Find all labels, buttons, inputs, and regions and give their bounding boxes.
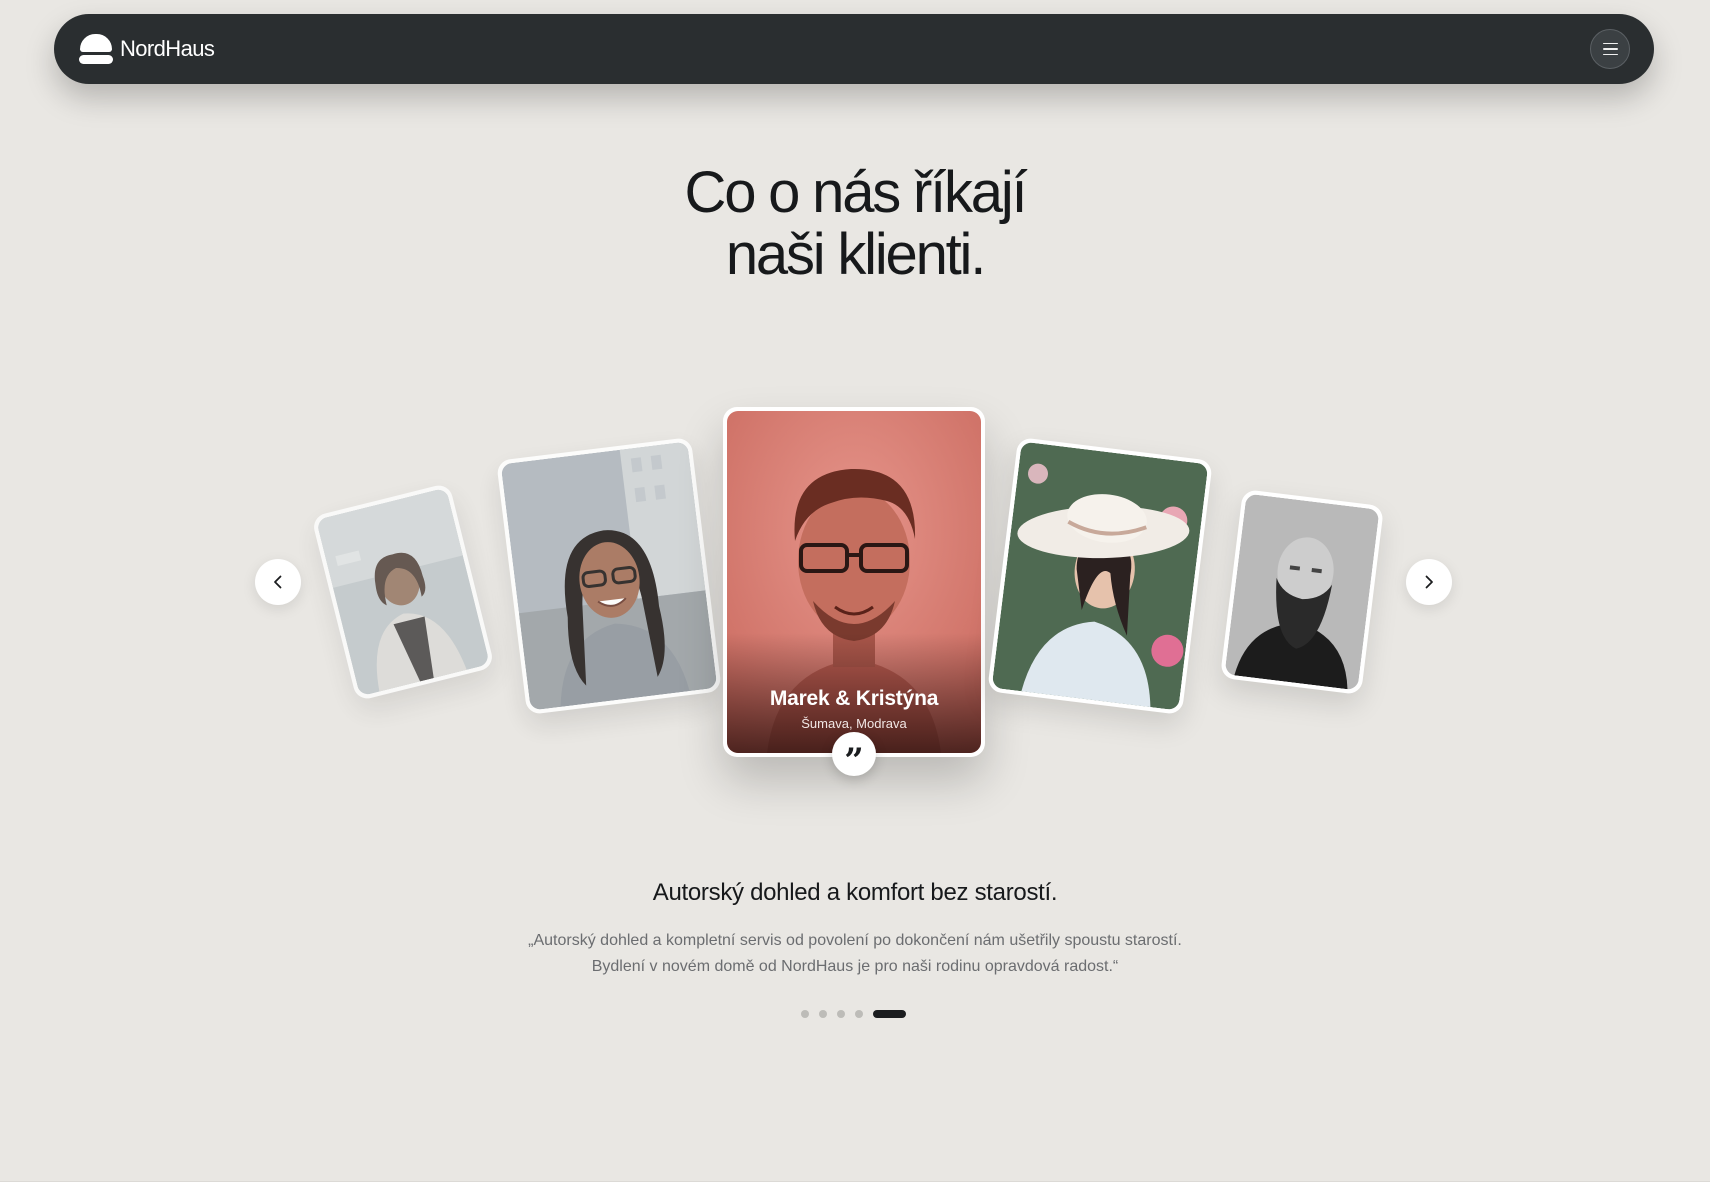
pagination-dot-4[interactable] — [855, 1010, 863, 1018]
brand-name: NordHaus — [120, 36, 215, 61]
testimonial-card-5[interactable] — [1219, 489, 1385, 695]
testimonial-card-2[interactable] — [496, 437, 722, 715]
carousel-prev-button[interactable] — [255, 559, 301, 605]
client-photo: Marek & Kristýna Šumava, Modrava — [727, 411, 981, 753]
testimonial-card-4[interactable] — [987, 437, 1213, 715]
testimonial-carousel: Marek & Kristýna Šumava, Modrava ” — [0, 380, 1710, 800]
pagination-dot-3[interactable] — [837, 1010, 845, 1018]
top-navbar: NordHaus — [54, 14, 1654, 84]
page-title: Co o nás říkají naši klienti. — [0, 162, 1710, 286]
client-name: Marek & Kristýna — [769, 687, 939, 710]
testimonial-card-1[interactable] — [311, 482, 495, 702]
testimonial-card-active[interactable]: Marek & Kristýna Šumava, Modrava — [723, 407, 985, 757]
carousel-next-button[interactable] — [1406, 559, 1452, 605]
client-photo — [1224, 493, 1380, 691]
testimonial-quote: „Autorský dohled a kompletní servis od p… — [0, 928, 1710, 980]
client-photo — [991, 441, 1209, 711]
pagination-dot-5-active[interactable] — [873, 1010, 906, 1018]
page-title-line-1: Co o nás říkají — [684, 160, 1028, 225]
hamburger-icon — [1602, 42, 1618, 45]
pagination-dot-1[interactable] — [801, 1010, 809, 1018]
testimonial-quote-line-1: „Autorský dohled a kompletní servis od p… — [528, 932, 1182, 949]
brand-link[interactable]: NordHaus — [79, 34, 215, 64]
testimonial-quote-line-2: Bydlení v novém domě od NordHaus je pro … — [591, 958, 1119, 975]
page-title-line-2: naši klienti. — [725, 222, 987, 287]
chevron-right-icon — [1425, 575, 1433, 589]
house-logo-icon — [79, 34, 113, 64]
chevron-left-icon — [274, 575, 282, 589]
carousel-pagination — [801, 1009, 906, 1019]
client-photo — [500, 441, 718, 711]
quote-icon: ” — [832, 732, 876, 778]
testimonial-title: Autorský dohled a komfort bez starostí. — [652, 879, 1058, 906]
client-location: Šumava, Modrava — [801, 716, 907, 731]
client-photo — [315, 487, 491, 697]
pagination-dot-2[interactable] — [819, 1010, 827, 1018]
menu-button[interactable] — [1590, 29, 1630, 69]
